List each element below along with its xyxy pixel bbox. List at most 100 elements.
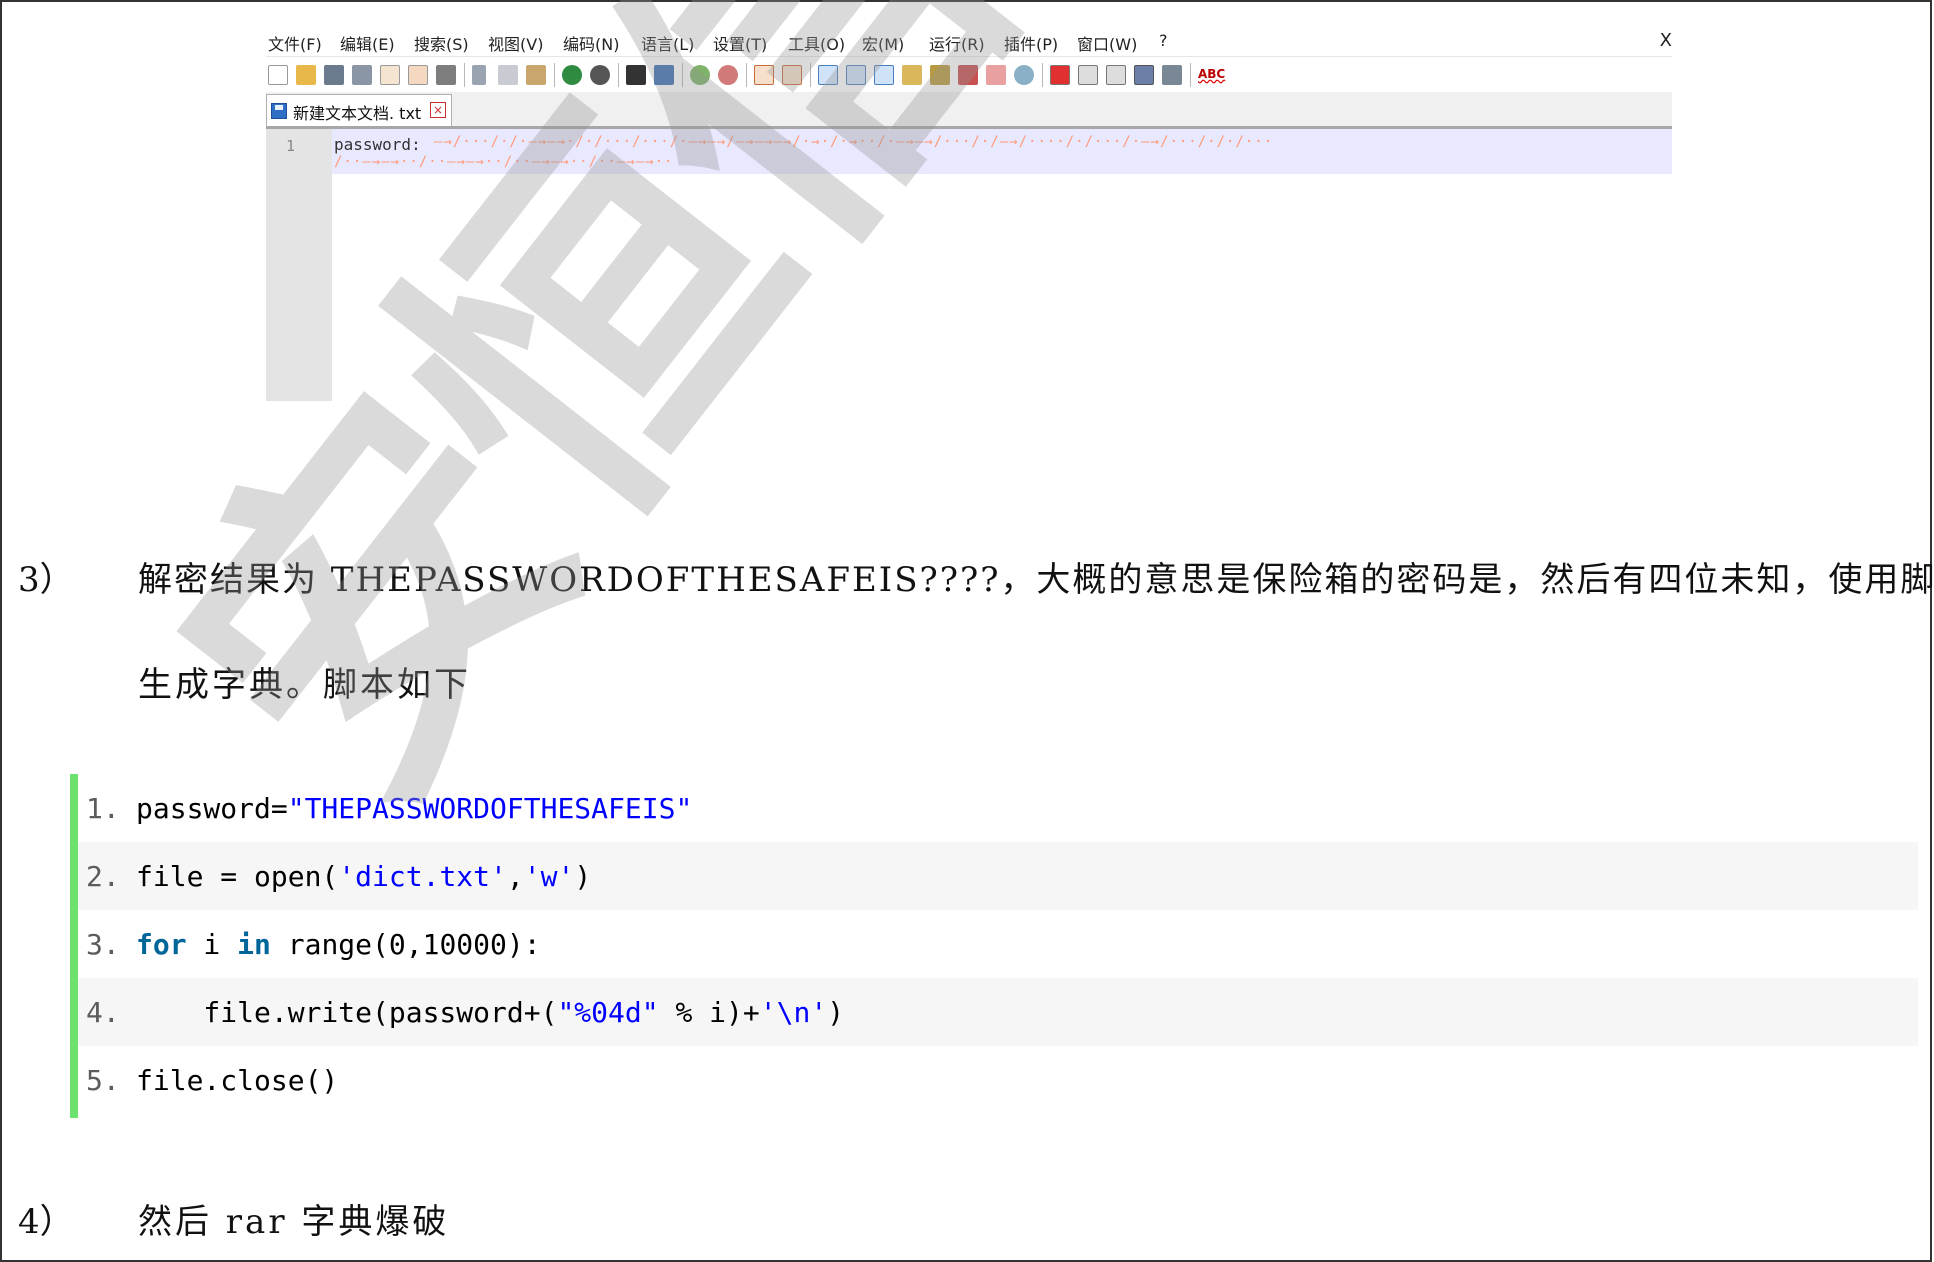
close-file-icon[interactable] <box>380 65 400 85</box>
spellcheck-icon[interactable]: ABC <box>1198 67 1225 81</box>
toolbar-separator <box>554 63 555 87</box>
code-line-source: file.close() <box>136 1064 338 1097</box>
zoom-in-icon[interactable] <box>690 65 710 85</box>
toolbar-separator <box>464 63 465 87</box>
code-string: 'w' <box>523 860 575 893</box>
code-line-source: password="THEPASSWORDOFTHESAFEIS" <box>136 792 692 825</box>
code-token: % i)+ <box>658 996 760 1029</box>
folder-as-workspace-icon[interactable] <box>958 65 978 85</box>
toolbar-separator <box>682 63 683 87</box>
code-token: i <box>186 928 238 961</box>
zoom-out-icon[interactable] <box>718 65 738 85</box>
sync-horizontal-icon[interactable] <box>782 65 802 85</box>
code-keyword: for <box>136 928 187 961</box>
line-number: 1 <box>286 137 296 155</box>
menu-bar: 文件(F) 编辑(E) 搜索(S) 视图(V) 编码(N) 语言(L) 设置(T… <box>266 24 1672 56</box>
whitespace-marks-row1: —→/···/·/·—→—→·/·/···/···/·—→—→/—→—→—→/·… <box>434 134 1274 150</box>
code-line: 4. file.write(password+("%04d" % i)+'\n'… <box>78 978 1918 1046</box>
save-macro-icon[interactable] <box>1162 65 1182 85</box>
open-folder-icon[interactable] <box>296 65 316 85</box>
menu-language[interactable]: 语言(L) <box>641 31 694 55</box>
cut-icon[interactable] <box>472 65 486 85</box>
monitoring-icon[interactable] <box>986 65 1006 85</box>
save-all-icon[interactable] <box>352 65 372 85</box>
code-token: range(0,10000): <box>270 928 541 961</box>
eye-icon[interactable] <box>1014 65 1034 85</box>
code-token: file.write(password+( <box>136 996 558 1029</box>
play-macro-icon[interactable] <box>1106 65 1126 85</box>
code-line: 3. for i in range(0,10000): <box>78 910 1918 978</box>
step-3-number: 3） <box>18 560 74 600</box>
find-icon[interactable] <box>626 65 646 85</box>
code-token: ) <box>827 996 845 1029</box>
code-string: "%04d" <box>557 996 659 1029</box>
code-line-number: 5. <box>86 1064 120 1097</box>
code-token: ) <box>574 860 592 893</box>
editor-area[interactable]: 1 password: —→/···/·/·—→—→·/·/···/···/·—… <box>266 129 1672 401</box>
code-keyword: in <box>237 928 271 961</box>
code-string: "THEPASSWORDOFTHESAFEIS" <box>287 792 693 825</box>
menu-search[interactable]: 搜索(S) <box>414 31 469 55</box>
close-icon[interactable]: X <box>1660 30 1672 51</box>
code-line-number: 4. <box>86 996 120 1029</box>
menu-help[interactable]: ? <box>1159 31 1168 50</box>
code-string: 'dict.txt' <box>338 860 507 893</box>
toolbar-separator <box>746 63 747 87</box>
toolbar: ABC <box>266 56 1672 91</box>
toolbar-separator <box>618 63 619 87</box>
tab-strip: 新建文本文档. txt × <box>266 92 1672 129</box>
whitespace-marks-row2: /··—→—→··/··—→—→··/··—→—→··/··—→—→·· <box>334 154 674 170</box>
close-all-icon[interactable] <box>408 65 428 85</box>
code-line-number: 3. <box>86 928 120 961</box>
function-list-icon[interactable] <box>930 65 950 85</box>
step-4-text: 然后 rar 字典爆破 <box>138 1202 450 1242</box>
code-token: password= <box>136 792 288 825</box>
code-line-source: for i in range(0,10000): <box>136 928 541 961</box>
stop-macro-icon[interactable] <box>1078 65 1098 85</box>
menu-settings[interactable]: 设置(T) <box>713 31 767 55</box>
code-line-source: file = open('dict.txt','w') <box>136 860 591 893</box>
tab-label: 新建文本文档. txt <box>293 104 422 123</box>
step-3-text-line2: 生成字典。脚本如下 <box>138 665 471 705</box>
replace-icon[interactable] <box>654 65 674 85</box>
menu-window[interactable]: 窗口(W) <box>1077 31 1137 55</box>
undo-icon[interactable] <box>562 65 582 85</box>
play-macro-multiple-icon[interactable] <box>1134 65 1154 85</box>
new-file-icon[interactable] <box>268 65 288 85</box>
code-line: 2. file = open('dict.txt','w') <box>78 842 1918 910</box>
step-3-text-line1: 解密结果为 THEPASSWORDOFTHESAFEIS????，大概的意思是保… <box>138 560 1934 600</box>
sync-vertical-icon[interactable] <box>754 65 774 85</box>
word-wrap-icon[interactable] <box>818 65 838 85</box>
code-line-source: file.write(password+("%04d" % i)+'\n') <box>136 996 844 1029</box>
notepad-screenshot: 文件(F) 编辑(E) 搜索(S) 视图(V) 编码(N) 语言(L) 设置(T… <box>266 24 1672 401</box>
menu-edit[interactable]: 编辑(E) <box>340 31 395 55</box>
code-gutter-bar <box>70 774 78 1118</box>
show-all-chars-icon[interactable] <box>846 65 866 85</box>
code-listing: 1. password="THEPASSWORDOFTHESAFEIS" 2. fil… <box>70 774 1918 1118</box>
code-line-number: 1. <box>86 792 120 825</box>
tab-new-text-document[interactable]: 新建文本文档. txt × <box>266 94 452 126</box>
toolbar-separator <box>1042 63 1043 87</box>
record-macro-icon[interactable] <box>1050 65 1070 85</box>
paste-icon[interactable] <box>526 65 546 85</box>
menu-macro[interactable]: 宏(M) <box>862 31 904 55</box>
copy-icon[interactable] <box>498 65 518 85</box>
menu-encoding[interactable]: 编码(N) <box>563 31 619 55</box>
line-number-gutter: 1 <box>266 129 332 401</box>
code-line-number: 2. <box>86 860 120 893</box>
save-icon[interactable] <box>324 65 344 85</box>
print-icon[interactable] <box>436 65 456 85</box>
code-line: 1. password="THEPASSWORDOFTHESAFEIS" <box>78 774 1918 842</box>
code-line: 5. file.close() <box>78 1046 1918 1114</box>
menu-view[interactable]: 视图(V) <box>488 31 543 55</box>
menu-plugins[interactable]: 插件(P) <box>1004 31 1058 55</box>
indent-guide-icon[interactable] <box>874 65 894 85</box>
save-status-icon <box>271 103 287 119</box>
menu-tools[interactable]: 工具(O) <box>788 31 845 55</box>
menu-run[interactable]: 运行(R) <box>929 31 985 55</box>
tab-close-icon[interactable]: × <box>430 102 446 118</box>
code-token: file.close() <box>136 1064 339 1097</box>
menu-file[interactable]: 文件(F) <box>268 31 322 55</box>
redo-icon[interactable] <box>590 65 610 85</box>
doc-map-icon[interactable] <box>902 65 922 85</box>
